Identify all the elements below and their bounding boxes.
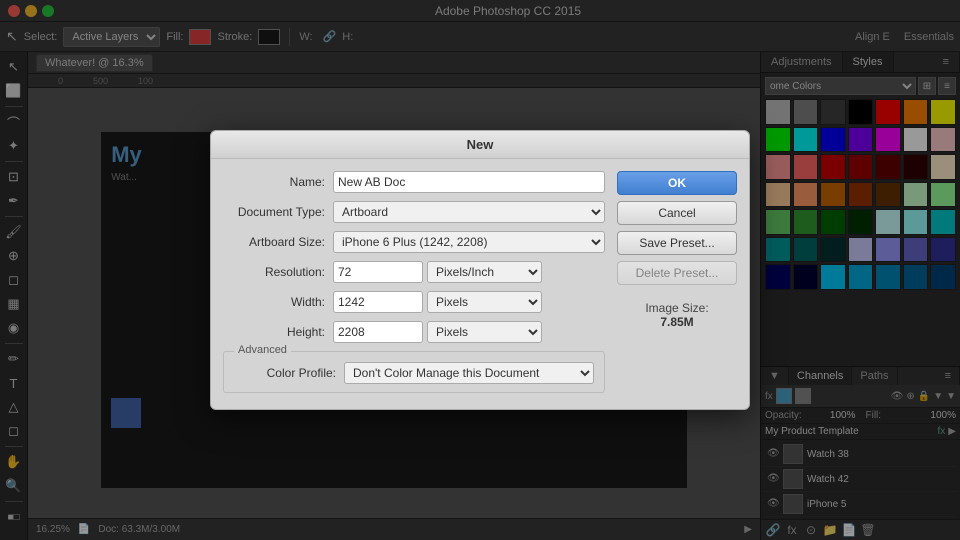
width-unit-dropdown[interactable]: Pixels Inches Centimeters [427, 291, 542, 313]
color-profile-label: Color Profile: [234, 366, 344, 380]
width-row: Width: Pixels Inches Centimeters [223, 291, 605, 313]
height-unit-dropdown[interactable]: Pixels Inches Centimeters [427, 321, 542, 343]
advanced-legend: Advanced [234, 344, 291, 356]
artboard-size-row: Artboard Size: iPhone 6 Plus (1242, 2208… [223, 231, 605, 253]
resolution-row: Resolution: Pixels/Inch Pixels/Centimete… [223, 261, 605, 283]
dialog-fields: Name: Document Type: Artboard US Paper I… [223, 171, 605, 393]
dialog-title-bar: New [211, 131, 749, 159]
height-label: Height: [223, 325, 333, 339]
doc-type-label: Document Type: [223, 205, 333, 219]
resolution-input[interactable] [333, 261, 423, 283]
height-input[interactable] [333, 321, 423, 343]
resolution-unit-dropdown[interactable]: Pixels/Inch Pixels/Centimeter [427, 261, 542, 283]
resolution-label: Resolution: [223, 265, 333, 279]
dialog-overlay: New Name: Document Type: Artboard US Pap… [0, 0, 960, 540]
color-profile-row: Color Profile: Don't Color Manage this D… [234, 362, 594, 384]
dialog-buttons: OK Cancel Save Preset... Delete Preset..… [617, 171, 737, 393]
advanced-group: Advanced Color Profile: Don't Color Mana… [223, 351, 605, 393]
width-input[interactable] [333, 291, 423, 313]
color-profile-dropdown[interactable]: Don't Color Manage this Document sRGB IE… [344, 362, 594, 384]
name-row: Name: [223, 171, 605, 193]
name-input[interactable] [333, 171, 605, 193]
doc-type-dropdown[interactable]: Artboard US Paper International Paper Ph… [333, 201, 605, 223]
image-size-label: Image Size: [617, 301, 737, 315]
doc-type-row: Document Type: Artboard US Paper Interna… [223, 201, 605, 223]
dialog-body: Name: Document Type: Artboard US Paper I… [211, 159, 749, 393]
name-label: Name: [223, 175, 333, 189]
dialog-title: New [467, 137, 494, 152]
new-document-dialog: New Name: Document Type: Artboard US Pap… [210, 130, 750, 410]
artboard-size-label: Artboard Size: [223, 235, 333, 249]
height-row: Height: Pixels Inches Centimeters [223, 321, 605, 343]
save-preset-button[interactable]: Save Preset... [617, 231, 737, 255]
image-size-value: 7.85M [617, 315, 737, 329]
delete-preset-button[interactable]: Delete Preset... [617, 261, 737, 285]
image-size-box: Image Size: 7.85M [617, 291, 737, 329]
artboard-size-dropdown[interactable]: iPhone 6 Plus (1242, 2208) iPhone 6 (750… [333, 231, 605, 253]
width-label: Width: [223, 295, 333, 309]
ok-button[interactable]: OK [617, 171, 737, 195]
cancel-button[interactable]: Cancel [617, 201, 737, 225]
